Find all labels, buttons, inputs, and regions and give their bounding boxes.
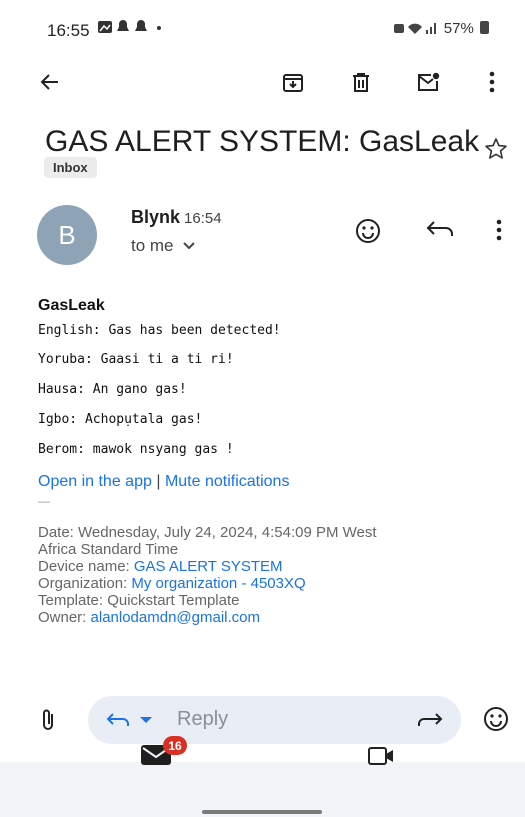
signature-divider: — <box>38 494 50 508</box>
sent-time: 16:54 <box>184 210 222 227</box>
meta-template: Template: Quickstart Template <box>38 592 240 609</box>
status-time: 16:55 <box>47 21 90 40</box>
meta-date-cont: Africa Standard Time <box>38 541 179 558</box>
avatar: B <box>37 205 97 265</box>
back-arrow-icon[interactable] <box>32 64 68 100</box>
more-options-icon[interactable] <box>474 64 510 100</box>
sender-name: Blynk 16:54 <box>131 207 222 228</box>
star-icon[interactable] <box>484 137 508 166</box>
reply-icon[interactable] <box>424 220 454 247</box>
battery-level: 57% <box>443 20 474 37</box>
battery-icon <box>480 21 489 34</box>
attach-icon[interactable] <box>40 708 56 737</box>
mute-notifications-link[interactable]: Mute notifications <box>165 473 290 490</box>
emoji-icon[interactable] <box>483 706 509 737</box>
metadata-block: Date: Wednesday, July 24, 2024, 4:54:09 … <box>38 524 377 626</box>
meta-date: Date: Wednesday, July 24, 2024, 4:54:09 … <box>38 524 377 541</box>
reply-placeholder[interactable]: Reply <box>177 708 228 731</box>
emoji-reaction-icon[interactable] <box>355 218 381 249</box>
mail-badge: 16 <box>163 736 187 755</box>
forward-icon[interactable] <box>417 710 445 735</box>
notification-icons <box>97 19 169 39</box>
notification-links: Open in the app | Mute notifications <box>38 473 289 491</box>
system-status: 57% <box>393 20 489 37</box>
sender-name-text: Blynk <box>131 207 181 227</box>
message-more-icon[interactable] <box>496 219 502 246</box>
inbox-label[interactable]: Inbox <box>44 157 97 178</box>
device-link[interactable]: GAS ALERT SYSTEM <box>134 558 283 575</box>
open-in-app-link[interactable]: Open in the app <box>38 473 152 490</box>
recipient-toggle[interactable]: to me <box>131 236 196 256</box>
meta-device: Device name: GAS ALERT SYSTEM <box>38 558 377 575</box>
body-title: GasLeak <box>38 297 105 314</box>
delete-icon[interactable] <box>343 64 379 100</box>
email-subject: GAS ALERT SYSTEM: GasLeak <box>45 125 480 158</box>
meta-owner: Owner: alanlodamdn@gmail.com <box>38 609 377 626</box>
meta-org-label: Organization: <box>38 575 132 592</box>
body-line-english: English: Gas has been detected! <box>38 323 281 338</box>
mark-unread-icon[interactable] <box>410 64 446 100</box>
meta-organization: Organization: My organization - 4503XQ <box>38 575 377 592</box>
bottom-navigation <box>0 762 525 817</box>
link-separator: | <box>156 473 161 490</box>
meet-tab[interactable] <box>368 747 394 770</box>
recipient-text: to me <box>131 236 174 255</box>
archive-icon[interactable] <box>275 64 311 100</box>
organization-link[interactable]: My organization - 4503XQ <box>131 575 305 592</box>
owner-email-link[interactable]: alanlodamdn@gmail.com <box>91 609 260 626</box>
meta-device-label: Device name: <box>38 558 134 575</box>
body-line-berom: Berom: mawok nsyang gas ! <box>38 442 234 457</box>
gesture-bar <box>202 810 322 814</box>
meta-owner-label: Owner: <box>38 609 91 626</box>
body-line-igbo: Igbo: Achopụtala gas! <box>38 412 203 427</box>
body-line-yoruba: Yoruba: Gaasi ti a ti ri! <box>38 352 234 367</box>
reply-mode-icon[interactable] <box>104 710 158 735</box>
body-line-hausa: Hausa: An gano gas! <box>38 382 187 397</box>
